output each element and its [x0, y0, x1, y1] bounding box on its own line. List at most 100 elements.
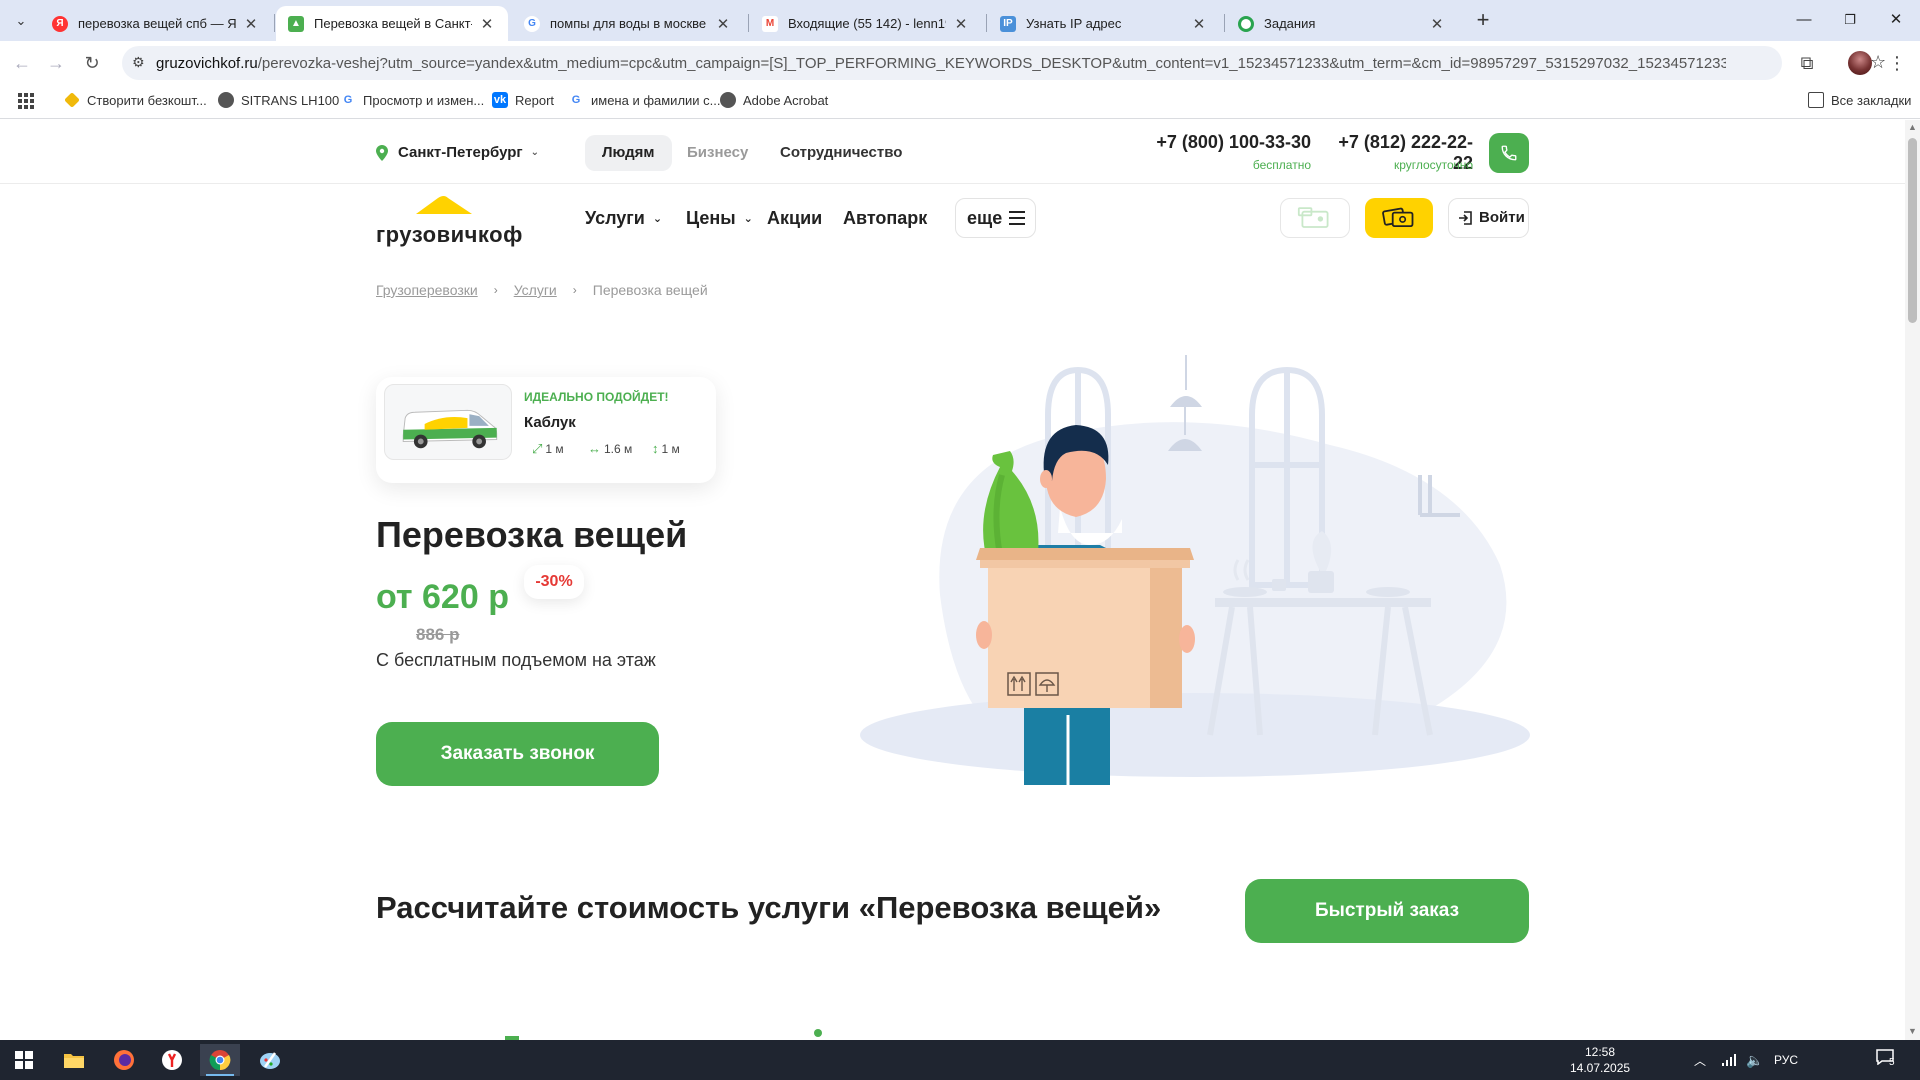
file-explorer-button[interactable] [54, 1044, 94, 1076]
tab-search-button[interactable]: ⌄ [10, 10, 32, 32]
section-dot [814, 1029, 822, 1037]
segment-business[interactable]: Бизнесу [670, 135, 765, 171]
phone-icon [1501, 145, 1517, 161]
language-indicator[interactable]: РУС [1774, 1040, 1798, 1080]
wallet-icon [1297, 207, 1329, 228]
recommended-car-card[interactable]: ИДЕАЛЬНО ПОДОЙДЕТ! Каблук ⤢ 1 м ↔ 1.6 м ↕ 1… [376, 377, 716, 483]
tasks-icon [1238, 15, 1254, 32]
tab-yandex[interactable]: Я перевозка вещей спб — Яндекс ✕ [40, 6, 272, 41]
browser-menu-icon[interactable]: ⋮ [1884, 50, 1910, 76]
binance-icon [64, 92, 80, 108]
breadcrumb-link[interactable]: Грузоперевозки [376, 282, 478, 298]
firefox-icon [114, 1050, 134, 1070]
windows-taskbar: ︿ 🔈 РУС 12:58 14.07.2025 5 [0, 1040, 1920, 1080]
url-text[interactable]: gruzovichkof.ru/perevozka-veshej?utm_sou… [156, 55, 1726, 72]
hero-subtitle: С бесплатным подъемом на этаж [376, 650, 656, 670]
tab-gmail[interactable]: M Входящие (55 142) - lenn1915@gmail.com… [750, 6, 982, 41]
tab-ip[interactable]: IP Узнать IP адрес ✕ [988, 6, 1220, 41]
close-icon[interactable]: ✕ [714, 15, 732, 33]
menu-more-button[interactable]: еще [955, 198, 1036, 238]
paint-icon [260, 1052, 280, 1069]
bookmark-item[interactable]: G имена и фамилии с... [568, 92, 721, 108]
paint-button[interactable] [250, 1044, 290, 1076]
close-icon[interactable]: ✕ [1428, 15, 1446, 33]
money-icon [1382, 207, 1414, 228]
browser-toolbar: ← → ↻ ⚙ gruzovichkof.ru/perevozka-veshej… [0, 41, 1920, 83]
chevron-down-icon: ⌄ [652, 213, 663, 225]
google-icon: G [340, 92, 356, 108]
wallet-button[interactable] [1280, 198, 1350, 238]
close-icon[interactable]: ✕ [1190, 15, 1208, 33]
car-width: ↔ 1.6 м [588, 441, 633, 456]
tab-gruzovichkof[interactable]: ▲ Перевозка вещей в Санкт-Петербурге ✕ [276, 6, 508, 41]
bookmark-item[interactable]: vk Report [492, 92, 554, 108]
tab-google-search[interactable]: G помпы для воды в москве - Поиск ✕ [512, 6, 744, 41]
phone-24h-note: круглосуточно [1393, 158, 1473, 172]
folder-icon [64, 1054, 84, 1068]
page-title: Перевозка вещей [376, 514, 688, 555]
profile-avatar[interactable] [1848, 51, 1872, 75]
forward-button[interactable]: → [42, 49, 70, 77]
close-icon[interactable]: ✕ [952, 15, 970, 33]
segment-people[interactable]: Людям [585, 135, 672, 171]
google-icon: G [524, 15, 540, 32]
notifications-button[interactable]: 5 [1876, 1049, 1898, 1071]
scroll-thumb[interactable] [1908, 138, 1917, 323]
start-button[interactable] [4, 1044, 44, 1076]
segment-partners[interactable]: Сотрудничество [763, 135, 919, 171]
close-icon[interactable]: ✕ [478, 15, 496, 33]
close-window-button[interactable]: ✕ [1876, 8, 1916, 32]
volume-icon[interactable]: 🔈 [1746, 1040, 1763, 1080]
bookmarks-bar: Створити безкошт... SITRANS LH100 G Прос… [0, 83, 1920, 119]
menu-prices[interactable]: Цены ⌄ [686, 208, 753, 229]
extensions-icon[interactable]: ⧉ [1794, 50, 1820, 76]
request-call-button[interactable]: Заказать звонок [376, 722, 659, 786]
firefox-button[interactable] [104, 1044, 144, 1076]
system-clock[interactable]: 12:58 14.07.2025 [1570, 1044, 1630, 1076]
breadcrumb: Грузоперевозки › Услуги › Перевозка веще… [376, 282, 708, 298]
scroll-up-icon[interactable]: ▲ [1907, 122, 1918, 132]
menu-promos[interactable]: Акции [767, 208, 822, 229]
restore-button[interactable]: ❐ [1830, 8, 1870, 32]
yandex-browser-button[interactable] [152, 1044, 192, 1076]
tab-strip: ⌄ Я перевозка вещей спб — Яндекс ✕ ▲ Пер… [0, 0, 1920, 41]
site-logo[interactable]: грузовичкоф [376, 192, 522, 248]
car-name: Каблук [524, 414, 576, 431]
page-scrollbar[interactable]: ▲ ▼ [1905, 120, 1920, 1040]
all-bookmarks[interactable]: Все закладки [1808, 92, 1911, 108]
car-tag: ИДЕАЛЬНО ПОДОЙДЕТ! [524, 390, 669, 404]
bookmark-item[interactable]: Створити безкошт... [64, 92, 207, 108]
bookmark-item[interactable]: SITRANS LH100 [218, 92, 339, 108]
call-button[interactable] [1489, 133, 1529, 173]
address-bar[interactable]: ⚙ gruzovichkof.ru/perevozka-veshej?utm_s… [122, 46, 1886, 80]
new-tab-button[interactable]: + [1470, 8, 1496, 34]
bookmark-item[interactable]: G Просмотр и измен... [340, 92, 484, 108]
breadcrumb-current: Перевозка вещей [592, 282, 708, 298]
chevron-down-icon: ⌄ [530, 147, 540, 158]
tray-expand-icon[interactable]: ︿ [1694, 1040, 1706, 1080]
tab-tasks[interactable]: Задания ✕ [1226, 6, 1458, 41]
apps-grid-icon[interactable] [18, 93, 34, 109]
login-icon [1459, 211, 1472, 225]
breadcrumb-link[interactable]: Услуги [514, 282, 557, 298]
login-button[interactable]: Войти [1448, 198, 1529, 238]
chrome-button[interactable] [200, 1044, 240, 1076]
network-icon[interactable] [1722, 1040, 1736, 1080]
menu-fleet[interactable]: Автопарк [843, 208, 927, 229]
chevron-down-icon: ⌄ [743, 213, 753, 225]
city-selector[interactable]: Санкт-Петербург ⌄ [376, 144, 539, 161]
back-button[interactable]: ← [8, 49, 36, 77]
chevron-right-icon: › [572, 283, 577, 297]
cashback-button[interactable] [1365, 198, 1433, 238]
scroll-down-icon[interactable]: ▼ [1907, 1026, 1918, 1036]
menu-services[interactable]: Услуги ⌄ [585, 208, 662, 229]
phone-free[interactable]: +7 (800) 100-33-30 [1154, 132, 1311, 153]
reload-button[interactable]: ↻ [78, 49, 106, 77]
close-icon[interactable]: ✕ [242, 15, 260, 33]
vertical-arrow-icon: ↕ [652, 441, 659, 456]
quick-order-button[interactable]: Быстрый заказ [1245, 879, 1529, 943]
site-info-icon[interactable]: ⚙ [132, 54, 145, 71]
calculator-title: Рассчитайте стоимость услуги «Перевозка … [376, 890, 1162, 925]
minimize-button[interactable]: — [1784, 8, 1824, 32]
bookmark-item[interactable]: Adobe Acrobat [720, 92, 828, 108]
